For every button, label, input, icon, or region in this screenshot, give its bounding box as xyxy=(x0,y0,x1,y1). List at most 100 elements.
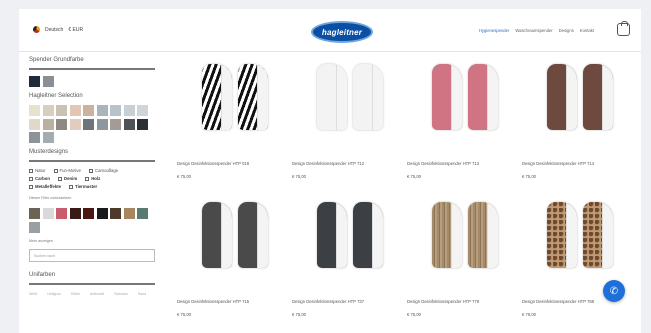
unicolor-option[interactable]: Hellgrau xyxy=(47,291,60,298)
currency-label[interactable]: € EUR xyxy=(68,27,83,33)
product-name[interactable]: Design Desinfektionsspender HTP 788 xyxy=(522,299,594,304)
filter-tiermuster[interactable]: Tiermuster xyxy=(69,183,97,191)
base-color-swatch-0[interactable] xyxy=(29,76,40,87)
pattern-swatch-4[interactable] xyxy=(83,208,94,219)
reset-filter-link[interactable]: Diesen Filter zurücksetzen xyxy=(29,194,159,202)
selection-swatch-15[interactable] xyxy=(110,118,121,130)
pattern-swatch-7[interactable] xyxy=(123,208,135,219)
unicolor-option[interactable]: Schwarz xyxy=(114,291,128,298)
product-price: € 75,00 xyxy=(292,174,306,179)
nav-item-waschraumspender[interactable]: Waschraumspender xyxy=(515,28,552,33)
selection-swatch-4[interactable] xyxy=(83,105,94,116)
selection-swatch-11[interactable] xyxy=(56,118,67,130)
product-name[interactable]: Design Desinfektionsspender HTP 737 xyxy=(292,299,364,304)
selection-swatch-7[interactable] xyxy=(123,105,135,116)
product-card[interactable]: Design Desinfektionsspender HTP 714 € 75,… xyxy=(522,52,632,192)
product-card[interactable]: Design Desinfektionsspender HTP 788 € 75,… xyxy=(522,190,632,330)
checkbox-icon xyxy=(58,176,63,181)
filter-denim[interactable]: Denim xyxy=(58,175,77,183)
selection-swatch-10[interactable] xyxy=(42,118,54,130)
selection-swatch-9[interactable] xyxy=(29,118,40,130)
product-card[interactable]: Design Desinfektionsspender HTP 018 € 75,… xyxy=(177,52,287,192)
selection-swatch-1[interactable] xyxy=(42,105,54,116)
pattern-swatch-5[interactable] xyxy=(96,208,108,219)
product-name[interactable]: Design Desinfektionsspender HTP 715 xyxy=(177,299,249,304)
search-input[interactable]: Suchen nach xyxy=(29,248,155,262)
dispender-image xyxy=(202,202,232,268)
unicolor-option[interactable]: Sand xyxy=(138,291,146,298)
section-title-unicolor: Unifarben xyxy=(29,271,56,278)
dispender-image xyxy=(468,64,498,130)
product-image[interactable] xyxy=(547,64,617,130)
unicolor-option[interactable]: Silber xyxy=(71,291,80,298)
product-card[interactable]: Design Desinfektionsspender HTP 778 € 75,… xyxy=(407,190,517,330)
unicolor-options: Weiß Hellgrau Silber Anthrazit Schwarz Sand xyxy=(29,291,155,298)
selection-swatch-19[interactable] xyxy=(42,132,54,143)
product-image[interactable] xyxy=(317,64,387,130)
product-card[interactable]: Design Desinfektionsspender HTP 712 € 75,… xyxy=(292,52,402,192)
product-image[interactable] xyxy=(202,202,272,268)
show-more-link[interactable]: Mehr anzeigen xyxy=(29,239,159,243)
pattern-swatch-8[interactable] xyxy=(137,208,148,219)
nav-item-designs[interactable]: Designs xyxy=(559,28,574,33)
product-card[interactable]: Design Desinfektionsspender HTP 713 € 75,… xyxy=(407,52,517,192)
checkbox-icon xyxy=(29,176,33,181)
product-name[interactable]: Design Desinfektionsspender HTP 018 xyxy=(177,161,249,166)
product-price: € 75,00 xyxy=(177,312,191,317)
selection-swatch-0[interactable] xyxy=(29,105,40,116)
selection-swatch-2[interactable] xyxy=(56,105,67,116)
selection-swatch-14[interactable] xyxy=(96,118,108,130)
product-image[interactable] xyxy=(547,202,617,268)
nav-item-kontakt[interactable]: Kontakt xyxy=(580,28,594,33)
selection-swatch-5[interactable] xyxy=(96,105,108,116)
product-card[interactable]: Design Desinfektionsspender HTP 715 € 75,… xyxy=(177,190,287,330)
filter-metalleffekte[interactable]: Metalleffekte xyxy=(29,183,61,191)
filter-label: Fun-Motive xyxy=(59,168,82,173)
selection-swatch-3[interactable] xyxy=(69,105,81,116)
dispender-image xyxy=(238,202,268,268)
filter-fun-motive[interactable]: Fun-Motive xyxy=(53,167,82,175)
product-name[interactable]: Design Desinfektionsspender HTP 714 xyxy=(522,161,594,166)
checkbox-icon xyxy=(85,176,90,181)
dispender-image xyxy=(202,64,232,130)
product-image[interactable] xyxy=(432,202,502,268)
checkbox-icon xyxy=(29,168,33,173)
filter-holz[interactable]: Holz xyxy=(85,175,100,183)
selection-swatch-18[interactable] xyxy=(29,132,40,143)
base-color-swatch-1[interactable] xyxy=(42,76,54,87)
filter-label: Holz xyxy=(91,176,101,181)
checkbox-icon xyxy=(89,168,94,173)
filter-camouflage[interactable]: Camouflage xyxy=(89,167,118,175)
product-image[interactable] xyxy=(202,64,272,130)
unicolor-option[interactable]: Weiß xyxy=(29,291,37,298)
pattern-swatch-6[interactable] xyxy=(110,208,121,219)
unicolor-option[interactable]: Anthrazit xyxy=(90,291,104,298)
pattern-swatch-3[interactable] xyxy=(69,208,81,219)
product-name[interactable]: Design Desinfektionsspender HTP 713 xyxy=(407,161,479,166)
pattern-swatch-0[interactable] xyxy=(29,208,40,219)
product-image[interactable] xyxy=(432,64,502,130)
selection-swatch-8[interactable] xyxy=(137,105,148,116)
selection-swatch-13[interactable] xyxy=(83,118,94,130)
selection-swatch-6[interactable] xyxy=(110,105,121,116)
brand-logo[interactable]: hagleitner xyxy=(311,21,373,43)
cart-icon[interactable] xyxy=(617,21,630,36)
product-price: € 75,00 xyxy=(292,312,306,317)
selection-swatches xyxy=(29,105,155,143)
pattern-swatch-2[interactable] xyxy=(56,208,67,219)
pattern-swatch-9[interactable] xyxy=(29,221,40,233)
selection-swatch-12[interactable] xyxy=(69,118,81,130)
pattern-swatch-1[interactable] xyxy=(42,208,54,219)
selection-swatch-17[interactable] xyxy=(137,118,148,130)
product-card[interactable]: Design Desinfektionsspender HTP 737 € 75,… xyxy=(292,190,402,330)
language-selector[interactable]: Deutsch € EUR xyxy=(33,26,83,33)
product-name[interactable]: Design Desinfektionsspender HTP 778 xyxy=(407,299,479,304)
dispender-image xyxy=(583,202,613,268)
filter-natur[interactable]: Natur xyxy=(29,167,46,175)
phone-icon[interactable]: ✆ xyxy=(603,280,625,302)
filter-carbon[interactable]: Carbon xyxy=(29,175,50,183)
product-image[interactable] xyxy=(317,202,387,268)
product-name[interactable]: Design Desinfektionsspender HTP 712 xyxy=(292,161,364,166)
nav-item-hygienespender[interactable]: Hygienespender xyxy=(479,28,510,33)
selection-swatch-16[interactable] xyxy=(123,118,135,130)
